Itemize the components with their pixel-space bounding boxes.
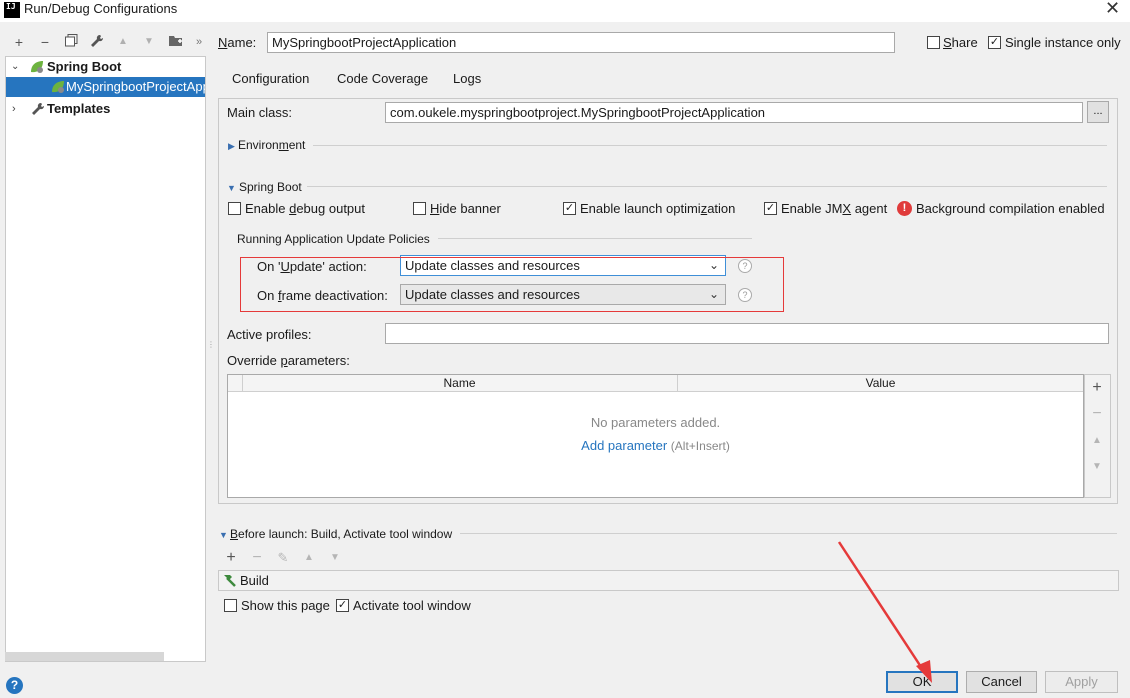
tree-node-label: MySpringbootProjectApplication [66, 79, 205, 94]
update-policies-title: Running Application Update Policies [237, 232, 430, 246]
spring-boot-icon [52, 81, 64, 93]
cancel-button[interactable]: Cancel [966, 671, 1037, 693]
configurations-tree[interactable]: ⌄ Spring Boot MySpringbootProjectApplica… [5, 56, 206, 662]
environment-section[interactable]: Environment [238, 137, 305, 153]
hide-banner-checkbox[interactable] [413, 202, 426, 215]
wrench-icon [91, 34, 104, 47]
move-up-task-button[interactable]: ▲ [301, 550, 317, 566]
activate-tool-window-label: Activate tool window [353, 598, 471, 613]
expand-triangle-icon[interactable]: ▶ [228, 140, 235, 152]
activate-tool-window-checkbox[interactable]: ✓ [336, 599, 349, 612]
tab-code-coverage[interactable]: Code Coverage [337, 71, 428, 87]
title-bar: IJ Run/Debug Configurations ✕ [0, 0, 1130, 22]
main-class-input[interactable]: com.oukele.myspringbootproject.MySpringb… [385, 102, 1083, 123]
annotation-arrow [837, 541, 932, 683]
separator [438, 238, 752, 239]
main-class-label: Main class: [227, 105, 293, 120]
enable-launch-optimization-label: Enable launch optimization [580, 201, 736, 216]
add-parameter-row: Add parameter (Alt+Insert) [228, 438, 1083, 453]
edit-task-button[interactable]: ✎ [275, 550, 291, 566]
add-parameter-link[interactable]: Add parameter [581, 438, 667, 453]
add-parameter-button[interactable]: + [1089, 380, 1105, 396]
column-header-value[interactable]: Value [678, 375, 1083, 391]
move-up-parameter-button[interactable]: ▲ [1089, 433, 1105, 449]
new-folder-button[interactable] [166, 34, 184, 50]
remove-configuration-button[interactable]: − [36, 34, 54, 50]
chevron-down-icon: ⌄ [11, 61, 20, 72]
move-down-task-button[interactable]: ▼ [327, 550, 343, 566]
separator [313, 145, 1107, 146]
hide-banner-label: Hide banner [430, 201, 501, 216]
tab-configuration[interactable]: Configuration [232, 71, 309, 87]
splitter-handle[interactable]: ⋮ [207, 340, 215, 349]
collapse-triangle-icon[interactable]: ▼ [227, 182, 236, 194]
tree-horizontal-scrollbar[interactable] [5, 652, 164, 661]
active-profiles-label: Active profiles: [227, 327, 312, 342]
show-this-page-checkbox[interactable] [224, 599, 237, 612]
enable-jmx-agent-label: Enable JMX agent [781, 201, 888, 216]
spring-boot-section-title[interactable]: Spring Boot [239, 179, 302, 195]
background-compilation-status: Background compilation enabled [916, 201, 1105, 216]
enable-launch-optimization-checkbox[interactable]: ✓ [563, 202, 576, 215]
active-profiles-input[interactable] [385, 323, 1109, 344]
tree-node-app-config[interactable]: MySpringbootProjectApplication [6, 77, 205, 97]
tab-logs[interactable]: Logs [453, 71, 481, 87]
annotation-highlight-box [240, 257, 784, 312]
copy-icon [64, 34, 77, 47]
tree-node-spring-boot[interactable]: ⌄ Spring Boot [6, 57, 205, 77]
override-parameters-label: Override parameters: [227, 353, 350, 368]
apply-button[interactable]: Apply [1045, 671, 1118, 693]
error-icon: ! [897, 201, 912, 216]
wrench-icon [32, 102, 45, 115]
spring-boot-icon [31, 61, 43, 73]
edit-templates-button[interactable] [88, 34, 106, 51]
column-header-name[interactable]: Name [242, 375, 677, 391]
tree-node-templates[interactable]: › Templates [6, 99, 205, 119]
name-label: Name: [218, 35, 257, 50]
more-actions-button[interactable]: » [190, 34, 208, 50]
remove-parameter-button[interactable]: − [1089, 406, 1105, 422]
tree-node-label: Templates [47, 101, 111, 116]
name-input[interactable]: MySpringbootProjectApplication [267, 32, 895, 53]
collapse-triangle-icon[interactable]: ▼ [219, 529, 228, 541]
add-task-button[interactable]: + [223, 550, 239, 566]
separator [307, 186, 1107, 187]
remove-task-button[interactable]: − [249, 550, 265, 566]
shortcut-hint: (Alt+Insert) [670, 439, 730, 453]
hammer-icon [224, 575, 236, 587]
single-instance-label: Single instance only [1005, 35, 1121, 50]
enable-jmx-agent-checkbox[interactable]: ✓ [764, 202, 777, 215]
show-this-page-label: Show this page [241, 598, 330, 613]
table-header: Name Value [228, 375, 1083, 392]
move-up-button[interactable]: ▲ [114, 34, 132, 50]
add-configuration-button[interactable]: + [10, 34, 28, 50]
move-down-parameter-button[interactable]: ▼ [1089, 459, 1105, 475]
chevron-right-icon: › [12, 103, 16, 115]
close-icon[interactable]: ✕ [1105, 0, 1120, 17]
intellij-logo-icon: IJ [4, 2, 20, 18]
move-down-button[interactable]: ▼ [140, 34, 158, 50]
enable-debug-output-label: Enable debug output [245, 201, 366, 216]
share-checkbox[interactable] [927, 36, 940, 49]
copy-configuration-button[interactable] [62, 34, 80, 50]
single-instance-checkbox[interactable]: ✓ [988, 36, 1001, 49]
before-launch-task-build[interactable]: Build [218, 570, 1119, 591]
share-label: Share [943, 35, 978, 50]
separator [460, 533, 1117, 534]
empty-table-message: No parameters added. [590, 415, 721, 430]
browse-main-class-button[interactable]: ... [1087, 101, 1109, 123]
tree-node-label: Spring Boot [47, 59, 122, 74]
help-icon[interactable]: ? [6, 677, 23, 694]
enable-debug-output-checkbox[interactable] [228, 202, 241, 215]
task-label: Build [240, 573, 269, 588]
override-parameters-table[interactable]: Name Value No parameters added. Add para… [227, 374, 1084, 498]
before-launch-section-title[interactable]: Before launch: Build, Activate tool wind… [230, 526, 452, 542]
folder-icon [168, 36, 182, 46]
window-title: Run/Debug Configurations [24, 1, 178, 16]
